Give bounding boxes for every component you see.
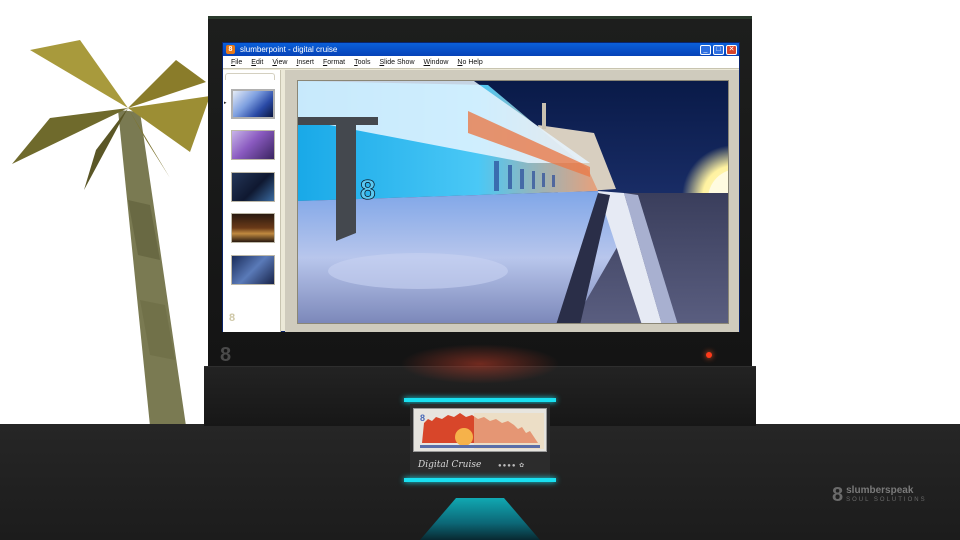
menu-slide-show[interactable]: Slide Show — [379, 59, 414, 66]
content-area: ▸ 8 8 — [223, 70, 739, 332]
close-button[interactable]: ✕ — [726, 44, 737, 55]
slide-thumbnail-5[interactable] — [231, 255, 275, 285]
cruise-deck-render: 8 — [298, 81, 728, 323]
window-title: slumberpoint - digital cruise — [240, 45, 338, 54]
selected-slide-pointer-icon: ▸ — [224, 100, 227, 106]
menu-file[interactable]: File — [231, 59, 242, 66]
scene: 8 8 slumberpoint - digital cruise _ □ ✕ … — [0, 0, 960, 540]
slide-canvas[interactable]: 8 — [297, 80, 729, 324]
palm-frond — [30, 40, 128, 108]
menu-no-help[interactable]: No Help — [457, 59, 482, 66]
menu-format[interactable]: Format — [323, 59, 345, 66]
mini-light-bar-bottom — [404, 478, 556, 482]
mini-device: 8 Digital Cruise ●●●● ✿ — [410, 404, 550, 478]
slide-thumbnail-2[interactable] — [231, 130, 275, 160]
corner-brand: 8 slumberspeak SOUL SOLUTIONS — [832, 484, 927, 506]
maximize-button[interactable]: □ — [713, 44, 724, 55]
slide-thumbnail-3[interactable] — [231, 172, 275, 202]
sidebar-tab[interactable] — [225, 73, 275, 80]
title-bar[interactable]: 8 slumberpoint - digital cruise _ □ ✕ — [223, 43, 739, 56]
menu-bar: File Edit View Insert Format Tools Slide… — [223, 56, 739, 69]
mini-waveform: 8 — [420, 413, 544, 449]
app-window: 8 slumberpoint - digital cruise _ □ ✕ Fi… — [222, 42, 740, 332]
slide-thumbnail-4[interactable] — [231, 213, 275, 243]
palm-trunk — [118, 110, 186, 426]
menu-insert[interactable]: Insert — [296, 59, 314, 66]
brand-tagline: SOUL SOLUTIONS — [846, 497, 927, 503]
monitor-logo: 8 — [220, 344, 232, 366]
brand-name: slumberspeak — [846, 485, 914, 496]
app-icon: 8 — [226, 45, 235, 54]
menu-edit[interactable]: Edit — [251, 59, 263, 66]
mini-screen: 8 — [413, 408, 547, 452]
sidebar-logo: 8 — [229, 312, 236, 324]
slide-thumbnail-1[interactable] — [231, 89, 275, 119]
menu-view[interactable]: View — [272, 59, 287, 66]
mini-screen-logo: 8 — [420, 413, 425, 423]
menu-tools[interactable]: Tools — [354, 59, 370, 66]
slide-sidebar: ▸ 8 — [223, 70, 281, 332]
power-led — [706, 352, 712, 358]
mini-light-bar-top — [404, 398, 556, 402]
mini-brand-text: Digital Cruise — [418, 460, 482, 470]
brand-logo-icon: 8 — [832, 484, 844, 506]
minimize-button[interactable]: _ — [700, 44, 711, 55]
pillar-logo: 8 — [360, 174, 376, 205]
stand-glow — [400, 344, 560, 384]
menu-window[interactable]: Window — [424, 59, 449, 66]
mini-controls[interactable]: ●●●● ✿ — [498, 462, 525, 469]
slide-stage: 8 — [285, 70, 739, 332]
